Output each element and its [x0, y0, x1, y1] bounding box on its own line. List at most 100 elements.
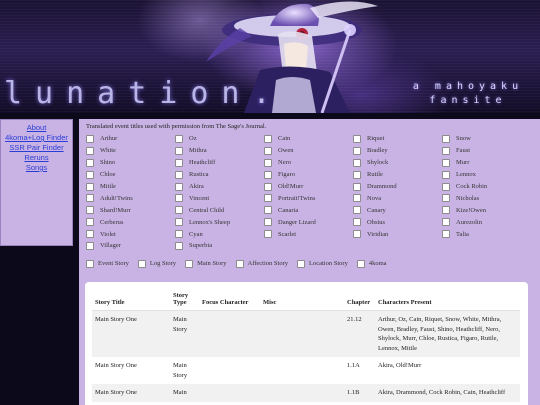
character-filter-owen[interactable]: Owen [264, 145, 353, 157]
character-filter-canaria[interactable]: Canaria [264, 204, 353, 216]
checkbox[interactable] [442, 158, 450, 167]
character-filter-heathcliff[interactable]: Heathcliff [175, 157, 264, 169]
sidebar-link-reruns[interactable]: Reruns [1, 153, 72, 163]
character-filter-viridian[interactable]: Viridian [353, 228, 442, 240]
checkbox[interactable] [264, 194, 272, 203]
checkbox[interactable] [353, 230, 361, 239]
checkbox[interactable] [86, 218, 94, 227]
character-filter-rustica[interactable]: Rustica [175, 169, 264, 181]
character-filter-riquet[interactable]: Riquet [353, 133, 442, 145]
character-filter-aurezolin[interactable]: Aurezolin [442, 216, 531, 228]
sidebar-link-about[interactable]: About [1, 123, 72, 133]
character-filter-portrait-twins[interactable]: Portrait!Twins [264, 192, 353, 204]
character-filter-snow[interactable]: Snow [442, 133, 531, 145]
checkbox[interactable] [353, 158, 361, 167]
checkbox[interactable] [175, 230, 183, 239]
checkbox[interactable] [175, 206, 183, 215]
checkbox[interactable] [264, 170, 272, 179]
checkbox[interactable] [175, 170, 183, 179]
character-filter-violet[interactable]: Violet [86, 228, 175, 240]
character-filter-old-murr[interactable]: Old!Murr [264, 181, 353, 193]
checkbox[interactable] [264, 134, 272, 143]
checkbox[interactable] [86, 158, 94, 167]
column-header-story-title[interactable]: Story Title [92, 290, 170, 311]
character-filter-vincent[interactable]: Vincent [175, 192, 264, 204]
checkbox[interactable] [442, 206, 450, 215]
checkbox[interactable] [353, 170, 361, 179]
sidebar-link-ssr-pair-finder[interactable]: SSR Pair Finder [1, 143, 72, 153]
character-filter-chloe[interactable]: Chloe [86, 169, 175, 181]
character-filter-obsius[interactable]: Obsius [353, 216, 442, 228]
story-type-filter-affection[interactable]: Affection Story [235, 259, 288, 268]
checkbox[interactable] [442, 194, 450, 203]
character-filter-nova[interactable]: Nova [353, 192, 442, 204]
checkbox[interactable] [86, 182, 94, 191]
character-filter-drammond[interactable]: Drammond [353, 181, 442, 193]
character-filter-oz[interactable]: Oz [175, 133, 264, 145]
checkbox[interactable] [235, 259, 244, 268]
character-filter-superbia[interactable]: Superbia [175, 240, 264, 252]
checkbox[interactable] [442, 230, 450, 239]
character-filter-shard-murr[interactable]: Shard!Murr [86, 204, 175, 216]
character-filter-akira[interactable]: Akira [175, 181, 264, 193]
checkbox[interactable] [137, 259, 146, 268]
checkbox[interactable] [264, 182, 272, 191]
column-header-focus-character[interactable]: Focus Character [199, 290, 260, 311]
character-filter-cyan[interactable]: Cyan [175, 228, 264, 240]
checkbox[interactable] [353, 146, 361, 155]
character-filter-mithra[interactable]: Mithra [175, 145, 264, 157]
character-filter-canary[interactable]: Canary [353, 204, 442, 216]
character-filter-cain[interactable]: Cain [264, 133, 353, 145]
checkbox[interactable] [175, 194, 183, 203]
checkbox[interactable] [175, 146, 183, 155]
character-filter-scarlet[interactable]: Scarlet [264, 228, 353, 240]
checkbox[interactable] [86, 230, 94, 239]
checkbox[interactable] [264, 146, 272, 155]
checkbox[interactable] [175, 158, 183, 167]
checkbox[interactable] [86, 146, 94, 155]
character-filter-figaro[interactable]: Figaro [264, 169, 353, 181]
character-filter-bradley[interactable]: Bradley [353, 145, 442, 157]
checkbox[interactable] [175, 134, 183, 143]
checkbox[interactable] [264, 206, 272, 215]
story-type-filter-main[interactable]: Main Story [185, 259, 227, 268]
checkbox[interactable] [175, 218, 183, 227]
checkbox[interactable] [86, 206, 94, 215]
character-filter-murr[interactable]: Murr [442, 157, 531, 169]
character-filter-lennoxs-sheep[interactable]: Lennox's Sheep [175, 216, 264, 228]
checkbox[interactable] [442, 170, 450, 179]
checkbox[interactable] [264, 218, 272, 227]
character-filter-nero[interactable]: Nero [264, 157, 353, 169]
checkbox[interactable] [185, 259, 194, 268]
column-header-story-type[interactable]: Story Type [170, 290, 199, 311]
character-filter-rutile[interactable]: Rutile [353, 169, 442, 181]
character-filter-arthur[interactable]: Arthur [86, 133, 175, 145]
checkbox[interactable] [353, 134, 361, 143]
checkbox[interactable] [353, 206, 361, 215]
story-type-filter-log[interactable]: Log Story [137, 259, 176, 268]
checkbox[interactable] [264, 158, 272, 167]
column-header-chapter[interactable]: Chapter [344, 290, 375, 311]
character-filter-faust[interactable]: Faust [442, 145, 531, 157]
character-filter-mitile[interactable]: Mitile [86, 181, 175, 193]
character-filter-central-child[interactable]: Central Child [175, 204, 264, 216]
character-filter-danger-lizard[interactable]: Danger Lizard [264, 216, 353, 228]
story-type-filter-4koma[interactable]: 4koma [356, 259, 387, 268]
character-filter-talia[interactable]: Talia [442, 228, 531, 240]
column-header-characters-present[interactable]: Characters Present [375, 290, 520, 311]
character-filter-cerberus[interactable]: Cerberus [86, 216, 175, 228]
story-type-filter-location[interactable]: Location Story [297, 259, 348, 268]
checkbox[interactable] [86, 134, 94, 143]
character-filter-lennox[interactable]: Lennox [442, 169, 531, 181]
character-filter-kize-owen[interactable]: Kize!Owen [442, 204, 531, 216]
checkbox[interactable] [353, 194, 361, 203]
checkbox[interactable] [442, 134, 450, 143]
sidebar-link-4koma-log-finder[interactable]: 4koma+Log Finder [1, 133, 72, 143]
checkbox[interactable] [86, 194, 94, 203]
character-filter-shino[interactable]: Shino [86, 157, 175, 169]
checkbox[interactable] [175, 182, 183, 191]
column-header-misc[interactable]: Misc [260, 290, 344, 311]
story-type-filter-event[interactable]: Event Story [86, 259, 129, 268]
checkbox[interactable] [86, 259, 94, 268]
checkbox[interactable] [353, 182, 361, 191]
